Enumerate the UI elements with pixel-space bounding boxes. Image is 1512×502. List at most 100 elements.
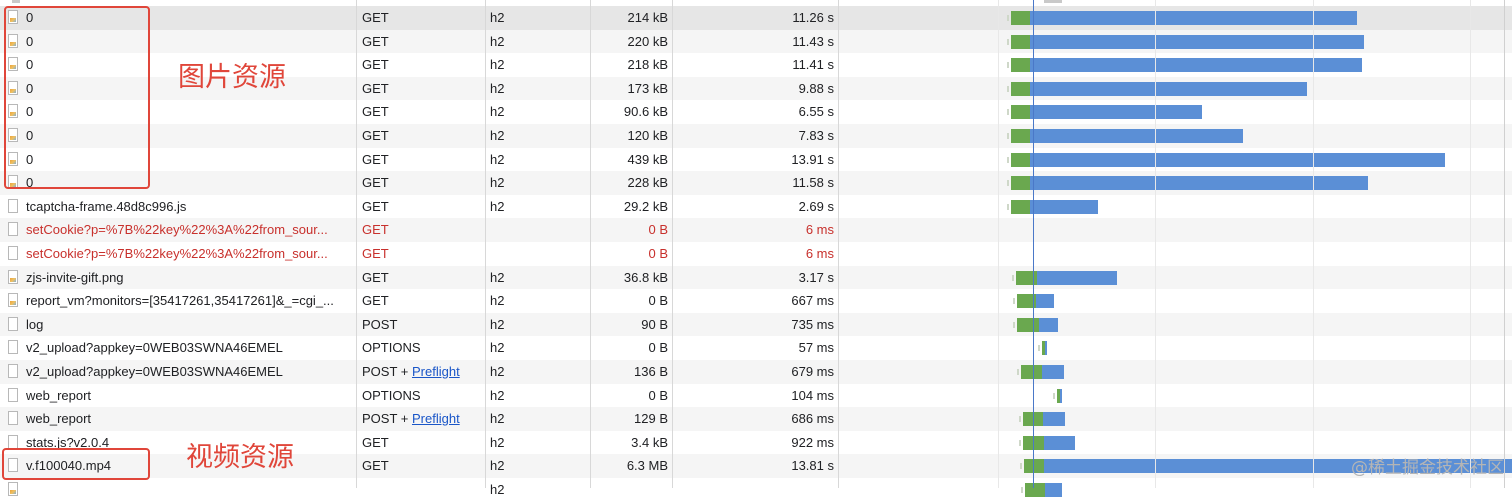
waiting-segment bbox=[1021, 365, 1042, 379]
request-time: 667 ms bbox=[791, 293, 834, 309]
preflight-link[interactable]: Preflight bbox=[412, 364, 460, 379]
request-size: 90 B bbox=[641, 316, 668, 332]
request-size: 129 B bbox=[634, 411, 668, 427]
waterfall-bar[interactable] bbox=[840, 100, 1512, 124]
waterfall-bar[interactable] bbox=[840, 407, 1512, 431]
request-size: 228 kB bbox=[627, 175, 668, 191]
request-time: 7.83 s bbox=[798, 128, 834, 143]
video-resources-highlight-box bbox=[2, 448, 150, 480]
document-icon bbox=[7, 218, 21, 242]
queueing-tick bbox=[1007, 62, 1010, 69]
waterfall-bar[interactable] bbox=[840, 53, 1512, 77]
waiting-segment bbox=[1024, 483, 1045, 497]
download-segment bbox=[1043, 435, 1076, 450]
column-divider[interactable] bbox=[356, 0, 357, 488]
request-row[interactable]: v2_upload?appkey=0WEB03SWNA46EMEL POST + … bbox=[0, 360, 1512, 384]
document-icon bbox=[7, 407, 21, 431]
queueing-tick bbox=[1007, 180, 1010, 187]
waterfall-bar[interactable] bbox=[840, 289, 1512, 313]
request-time: 6 ms bbox=[805, 222, 834, 238]
column-divider[interactable] bbox=[485, 0, 486, 488]
request-row[interactable]: log POST h2 90 B 735 ms bbox=[0, 312, 1512, 337]
preflight-link[interactable]: Preflight bbox=[412, 411, 460, 426]
request-method: OPTIONS bbox=[362, 340, 421, 356]
waterfall-bar[interactable] bbox=[840, 77, 1512, 101]
request-row[interactable]: web_report OPTIONS h2 0 B 104 ms bbox=[0, 384, 1512, 408]
request-row[interactable]: setCookie?p=%7B%22key%22%3A%22from_sour.… bbox=[0, 218, 1512, 242]
queueing-tick bbox=[1007, 203, 1010, 210]
request-row[interactable]: report_vm?monitors=[35417261,35417261]&_… bbox=[0, 289, 1512, 313]
request-size: 0 B bbox=[648, 293, 668, 309]
queueing-tick bbox=[1053, 392, 1056, 399]
column-divider[interactable] bbox=[672, 0, 673, 488]
request-size bbox=[592, 478, 668, 502]
request-protocol: h2 bbox=[490, 33, 505, 49]
request-name: v2_upload?appkey=0WEB03SWNA46EMEL bbox=[26, 364, 283, 379]
waterfall-bar[interactable] bbox=[840, 431, 1512, 455]
queueing-tick bbox=[1019, 439, 1022, 446]
waterfall-bar[interactable] bbox=[840, 384, 1512, 408]
request-row[interactable]: 0 GET h2 220 kB 11.43 s bbox=[0, 29, 1512, 54]
request-size: 0 B bbox=[648, 222, 668, 238]
waterfall-bar[interactable] bbox=[840, 148, 1512, 172]
request-method: GET bbox=[362, 128, 389, 143]
request-name: tcaptcha-frame.48d8c996.js bbox=[26, 198, 187, 214]
request-method: GET bbox=[362, 104, 389, 120]
request-time: 9.88 s bbox=[798, 80, 834, 96]
download-segment bbox=[1038, 317, 1059, 332]
request-protocol: h2 bbox=[490, 10, 505, 25]
queueing-tick bbox=[1007, 109, 1010, 116]
download-segment bbox=[1030, 176, 1368, 191]
request-time: 2.69 s bbox=[798, 198, 834, 214]
request-row[interactable]: web_report POST + Preflight h2 129 B 686 ms bbox=[0, 407, 1512, 431]
waterfall-bar[interactable] bbox=[840, 266, 1512, 290]
request-name: setCookie?p=%7B%22key%22%3A%22from_sour.… bbox=[26, 222, 328, 238]
request-size: 90.6 kB bbox=[623, 104, 668, 120]
request-size: 218 kB bbox=[627, 57, 668, 73]
queueing-tick bbox=[1012, 274, 1015, 281]
waterfall-bar[interactable] bbox=[840, 124, 1512, 148]
queueing-tick bbox=[1017, 369, 1020, 375]
request-size: 36.8 kB bbox=[623, 269, 668, 285]
request-name: web_report bbox=[26, 387, 92, 403]
request-row[interactable]: zjs-invite-gift.png GET h2 36.8 kB 3.17 s bbox=[0, 265, 1512, 290]
waterfall-bar[interactable] bbox=[840, 478, 1512, 502]
request-row[interactable]: tcaptcha-frame.48d8c996.js GET h2 29.2 kB 2.… bbox=[0, 195, 1512, 219]
request-method-text: POST + bbox=[362, 411, 412, 427]
request-row[interactable]: 0 GET h2 214 kB 11.26 s bbox=[0, 6, 1512, 30]
request-size: 173 kB bbox=[627, 80, 668, 96]
request-method: GET bbox=[362, 33, 389, 49]
request-row[interactable]: 0 GET h2 228 kB 11.58 s bbox=[0, 171, 1512, 195]
queueing-tick bbox=[1007, 38, 1010, 45]
waterfall-gridline bbox=[1470, 0, 1471, 488]
image-icon bbox=[7, 478, 21, 502]
waterfall-bar[interactable] bbox=[840, 336, 1512, 360]
waiting-segment bbox=[1017, 317, 1039, 332]
download-segment bbox=[1030, 11, 1358, 25]
request-size: 29.2 kB bbox=[623, 198, 668, 214]
column-divider[interactable] bbox=[590, 0, 591, 488]
request-row[interactable]: 0 GET h2 439 kB 13.91 s bbox=[0, 148, 1512, 172]
request-row[interactable]: h2 bbox=[0, 478, 1512, 502]
request-row[interactable]: 0 GET h2 90.6 kB 6.55 s bbox=[0, 100, 1512, 124]
waterfall-bar[interactable] bbox=[840, 171, 1512, 195]
request-method: GET bbox=[362, 434, 389, 450]
request-time: 11.41 s bbox=[792, 57, 834, 73]
request-method: OPTIONS bbox=[362, 387, 421, 403]
document-icon bbox=[7, 336, 21, 360]
waterfall-bar[interactable] bbox=[840, 6, 1512, 30]
waterfall-bar[interactable] bbox=[840, 313, 1512, 337]
waiting-segment bbox=[1011, 11, 1031, 25]
request-time: 679 ms bbox=[791, 364, 834, 379]
request-protocol: h2 bbox=[490, 175, 505, 191]
queueing-tick bbox=[1018, 416, 1021, 423]
waterfall-bar[interactable] bbox=[840, 360, 1512, 384]
request-row[interactable]: 0 GET h2 120 kB 7.83 s bbox=[0, 124, 1512, 148]
header-stub-right bbox=[1044, 0, 1062, 3]
request-row[interactable]: v2_upload?appkey=0WEB03SWNA46EMEL OPTIONS… bbox=[0, 336, 1512, 360]
column-divider[interactable] bbox=[838, 0, 839, 488]
waterfall-bar[interactable] bbox=[840, 195, 1512, 219]
request-row[interactable]: setCookie?p=%7B%22key%22%3A%22from_sour.… bbox=[0, 242, 1512, 266]
waterfall-bar[interactable] bbox=[840, 30, 1512, 54]
download-segment bbox=[1035, 294, 1054, 309]
